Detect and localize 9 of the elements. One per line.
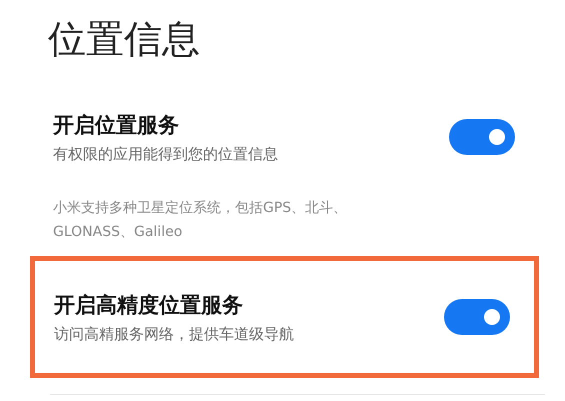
note-text: GLONASS、Galileo: [53, 223, 184, 242]
page-title: 位置信息: [48, 16, 201, 63]
note-text: 小米支持多种卫星定位系统，包括GPS、北斗、: [53, 199, 348, 218]
setting-description: 访问高精服务网络，提供车道级导航: [54, 324, 294, 344]
setting-description: 有权限的应用能得到您的位置信息: [53, 144, 278, 164]
toggle-switch[interactable]: [444, 299, 510, 335]
toggle-switch[interactable]: [449, 119, 515, 155]
setting-label: 开启高精度位置服务: [54, 292, 244, 318]
setting-label: 开启位置服务: [53, 112, 180, 138]
